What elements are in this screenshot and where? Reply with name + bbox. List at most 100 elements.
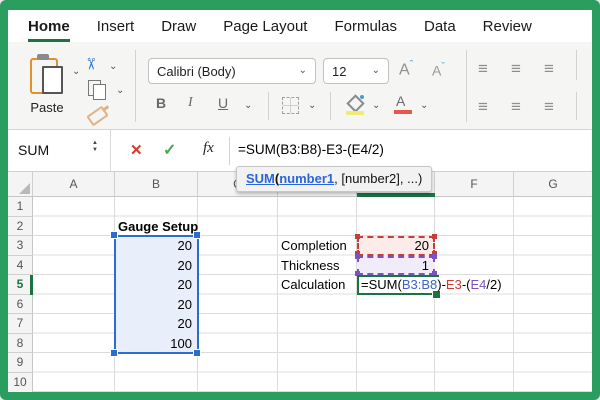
bold-button[interactable]: B: [156, 95, 166, 111]
borders-dropdown-chevron-icon[interactable]: ⌄: [308, 101, 316, 111]
paste-page-icon: [42, 66, 63, 94]
tab-draw[interactable]: Draw: [161, 10, 196, 42]
name-box[interactable]: SUM ▲ ▼: [8, 130, 111, 171]
row-header-1[interactable]: 1: [8, 197, 33, 217]
row-header-2[interactable]: 2: [8, 217, 33, 237]
font-color-button[interactable]: A: [394, 93, 412, 115]
select-all-corner[interactable]: [8, 172, 33, 197]
formula-input[interactable]: =SUM(B3:B8)-E3-(E4/2): [238, 142, 384, 157]
font-name-value: Calibri (Body): [157, 64, 236, 79]
spreadsheet-grid[interactable]: A B C D E F G 1 2 3 4 5 6 7 8 9 10: [8, 172, 592, 392]
reference-handle[interactable]: [432, 234, 437, 239]
row-header-8[interactable]: 8: [8, 334, 33, 354]
cut-scissors-icon[interactable]: ✂: [81, 57, 101, 70]
spinner-up-icon: ▲: [92, 140, 98, 147]
align-center-button[interactable]: ≡: [511, 98, 521, 115]
column-header-A[interactable]: A: [33, 172, 115, 197]
selection-handle[interactable]: [110, 231, 118, 239]
row-header-10[interactable]: 10: [8, 373, 33, 393]
separator: [330, 92, 331, 120]
format-painter-icon[interactable]: [86, 106, 110, 122]
function-name-link[interactable]: SUM: [246, 171, 275, 186]
tab-formulas[interactable]: Formulas: [334, 10, 397, 42]
cell-D5[interactable]: Calculation: [281, 275, 356, 295]
cell-D3[interactable]: Completion: [281, 236, 356, 256]
separator: [466, 50, 467, 122]
font-color-swatch: [394, 110, 412, 114]
align-middle-button[interactable]: ≡: [511, 60, 521, 77]
gridline: [356, 197, 357, 392]
paste-button[interactable]: [28, 54, 68, 96]
cell-D4[interactable]: Thickness: [281, 256, 356, 276]
formula-text: =SUM(: [361, 277, 402, 292]
separator: [576, 92, 577, 120]
cell-B5[interactable]: 20: [118, 275, 192, 295]
column-header-B[interactable]: B: [115, 172, 198, 197]
spinner-down-icon: ▼: [92, 147, 98, 154]
selection-handle[interactable]: [110, 349, 118, 357]
cell-B2[interactable]: Gauge Setup: [118, 217, 196, 237]
paint-drop-icon: [360, 95, 364, 99]
separator: [135, 50, 136, 122]
row-header-4[interactable]: 4: [8, 256, 33, 276]
tab-review[interactable]: Review: [483, 10, 532, 42]
tab-home[interactable]: Home: [28, 10, 70, 42]
row-header-6[interactable]: 6: [8, 295, 33, 315]
corner-triangle-icon: [19, 183, 30, 194]
tab-page-layout[interactable]: Page Layout: [223, 10, 307, 42]
caret-up-icon: ˆ: [410, 59, 414, 71]
insert-function-button[interactable]: fx: [203, 140, 214, 157]
underline-dropdown-chevron-icon[interactable]: ⌄: [244, 101, 252, 111]
tab-insert[interactable]: Insert: [97, 10, 135, 42]
ribbon-tab-bar: Home Insert Draw Page Layout Formulas Da…: [8, 10, 592, 42]
align-top-button[interactable]: ≡: [478, 60, 488, 77]
italic-button[interactable]: I: [188, 95, 193, 111]
underline-button[interactable]: U: [218, 95, 228, 111]
copy-icon[interactable]: [88, 80, 110, 100]
row-header-3[interactable]: 3: [8, 236, 33, 256]
name-box-value: SUM: [18, 142, 49, 158]
font-color-letter: A: [396, 93, 405, 109]
font-color-chevron-icon[interactable]: ⌄: [420, 101, 428, 111]
chevron-down-icon: ⌄: [299, 66, 307, 76]
column-header-G[interactable]: G: [514, 172, 592, 197]
selection-handle[interactable]: [193, 349, 201, 357]
borders-button[interactable]: [282, 97, 299, 114]
cell-E4[interactable]: 1: [361, 256, 429, 276]
grow-font-button[interactable]: Aˆ: [399, 59, 413, 79]
column-header-F[interactable]: F: [435, 172, 514, 197]
cell-B4[interactable]: 20: [118, 256, 192, 276]
align-bottom-button[interactable]: ≡: [544, 60, 554, 77]
paste-dropdown-chevron-icon[interactable]: ⌄: [72, 67, 80, 77]
function-screentip: SUM(number1, [number2], ...): [236, 166, 432, 192]
paste-label: Paste: [18, 100, 76, 115]
cell-E5-formula-edit[interactable]: =SUM(B3:B8)-E3-(E4/2): [361, 275, 502, 295]
cell-E3[interactable]: 20: [361, 236, 429, 256]
reference-handle[interactable]: [432, 254, 437, 259]
ribbon: ⌄ Paste ✂ ⌄ ⌄ Calibri (Body) ⌄ 12 ⌄ Aˆ A…: [8, 42, 592, 130]
cell-B8[interactable]: 100: [118, 334, 192, 354]
chevron-down-icon: ⌄: [372, 66, 380, 76]
align-left-button[interactable]: ≡: [478, 98, 488, 115]
formula-text: /2): [486, 277, 501, 292]
separator: [229, 137, 230, 165]
copy-dropdown-chevron-icon[interactable]: ⌄: [116, 86, 124, 96]
font-size-select[interactable]: 12 ⌄: [323, 58, 389, 84]
cut-dropdown-chevron-icon[interactable]: ⌄: [109, 62, 117, 72]
shrink-font-button[interactable]: Aˇ: [432, 61, 445, 79]
cancel-button[interactable]: ✕: [130, 141, 143, 159]
row-header-9[interactable]: 9: [8, 353, 33, 373]
tab-data[interactable]: Data: [424, 10, 456, 42]
cell-B3[interactable]: 20: [118, 236, 192, 256]
row-header-7[interactable]: 7: [8, 314, 33, 334]
fill-color-button[interactable]: [346, 94, 366, 116]
fill-color-chevron-icon[interactable]: ⌄: [372, 101, 380, 111]
font-name-select[interactable]: Calibri (Body) ⌄: [148, 58, 316, 84]
cell-B7[interactable]: 20: [118, 314, 192, 334]
caret-down-icon: ˇ: [441, 61, 445, 73]
confirm-button[interactable]: ✓: [163, 140, 176, 160]
cell-B6[interactable]: 20: [118, 295, 192, 315]
formula-text: )-: [437, 277, 446, 292]
name-box-spinner[interactable]: ▲ ▼: [92, 140, 98, 154]
align-right-button[interactable]: ≡: [544, 98, 554, 115]
